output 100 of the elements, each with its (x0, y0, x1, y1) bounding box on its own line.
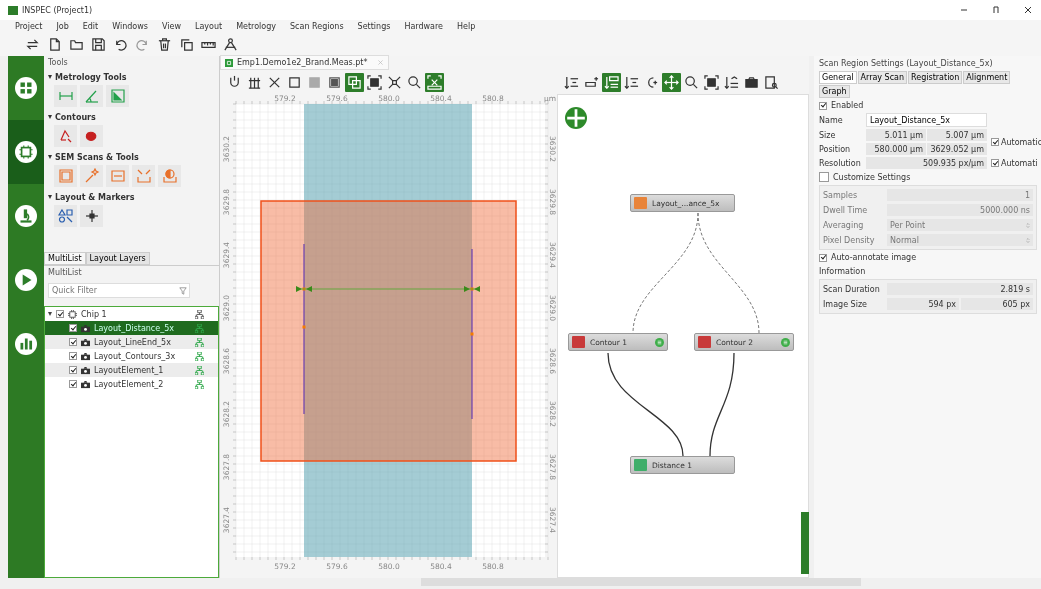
name-field[interactable]: Layout_Distance_5x (866, 113, 987, 127)
field-label: Scan Duration (823, 284, 881, 294)
tree-label: LayoutElement_2 (94, 379, 165, 389)
line-scan-icon (109, 168, 126, 184)
checkbox[interactable] (69, 338, 77, 346)
expand-arrow-icon[interactable] (48, 312, 52, 316)
fit-view-icon (704, 74, 719, 90)
tool-button[interactable] (54, 125, 77, 147)
field-label: Resolution (819, 158, 862, 168)
checkbox[interactable] (991, 138, 999, 146)
menu-item[interactable]: Layout (194, 22, 223, 31)
menu-item[interactable]: Scan Regions (290, 22, 344, 31)
move-arrows-icon (664, 74, 679, 90)
menu-item[interactable]: View (161, 22, 181, 31)
tree-label: Layout_Distance_5x (94, 323, 175, 333)
number-field[interactable]: 5000.000 ns (887, 204, 1033, 216)
contour-icon (57, 128, 74, 144)
field-label: Size (819, 130, 837, 140)
checkbox-label: Automati (1001, 158, 1038, 168)
checkbox[interactable] (991, 159, 999, 167)
size-field[interactable]: 5.007 µm (927, 129, 987, 141)
dropdown[interactable]: Per Point (887, 219, 1033, 231)
toolbar-button[interactable] (702, 72, 721, 92)
checkbox-label: Enabled (831, 101, 864, 110)
toolbar-button[interactable] (602, 72, 621, 92)
tree-row[interactable]: LayoutElement_1 (45, 363, 218, 377)
magnifier-icon (684, 74, 699, 90)
toolbar-button[interactable] (662, 72, 681, 92)
tree-row[interactable]: Layout_Distance_5x (45, 321, 218, 335)
menu-item[interactable]: Help (457, 22, 476, 31)
section-header[interactable]: Metrology Tools (48, 71, 219, 83)
number-field[interactable]: 1 (887, 189, 1033, 201)
tree-row[interactable]: LayoutElement_2 (45, 377, 218, 391)
menu-item[interactable]: Project (15, 22, 43, 31)
tool-button[interactable] (54, 205, 77, 227)
add-row-icon (584, 74, 599, 90)
checkbox[interactable] (819, 172, 829, 182)
document-tab[interactable]: Emp1.Demo1e2_Brand.Meas.pt* (220, 55, 390, 70)
settings-tab[interactable]: General (819, 71, 857, 84)
checkbox[interactable] (819, 253, 827, 262)
tree-row[interactable]: Layout_LineEnd_5x (45, 335, 218, 349)
settings-tab[interactable]: Graph (819, 85, 850, 98)
menu-item[interactable]: Job (56, 22, 69, 31)
field-label: Dwell Time (823, 205, 869, 215)
panel-tab[interactable]: Layout Layers (85, 252, 150, 265)
checkbox-label: Automatic (1001, 137, 1041, 147)
inset-square-icon (327, 74, 342, 90)
menu-item[interactable]: Edit (82, 22, 99, 31)
panel-tab[interactable]: MultiList (44, 252, 86, 265)
copy-icon (178, 37, 194, 52)
section-header[interactable]: SEM Scans & Tools (48, 151, 219, 163)
tool-button[interactable] (80, 205, 103, 227)
checkbox[interactable] (69, 352, 77, 360)
position-field[interactable]: 3629.052 µm (927, 143, 987, 155)
network-icon[interactable] (195, 351, 204, 361)
section-header[interactable]: Contours (48, 111, 219, 123)
filter-field[interactable]: Quick Filter (48, 283, 190, 298)
empty-square-icon (287, 74, 302, 90)
readout-field: 594 px (887, 298, 959, 310)
menu-item[interactable]: Hardware (404, 22, 443, 31)
checkbox[interactable] (69, 380, 77, 388)
camera-icon (81, 337, 90, 347)
checkbox-label: Customize Settings (833, 172, 911, 182)
crosshair-icon[interactable] (565, 107, 587, 129)
tree-label: Layout_Contours_3x (94, 351, 177, 361)
navigation-item[interactable] (8, 120, 44, 184)
settings-tab[interactable]: Array Scan (857, 71, 908, 84)
auto-sort-icon (604, 74, 619, 90)
toolbar-button[interactable] (365, 72, 384, 92)
section-header[interactable]: Layout & Markers (48, 191, 219, 203)
tree-row[interactable]: Layout_Contours_3x (45, 349, 218, 363)
document-icon (225, 58, 233, 67)
resolution-field[interactable]: 509.935 px/µm (866, 157, 987, 169)
settings-tab[interactable]: Alignment (963, 71, 1011, 84)
restore-icon[interactable] (991, 5, 1001, 15)
dropdown[interactable]: Normal (887, 234, 1033, 246)
field-label: Image Size (823, 299, 869, 309)
checkbox[interactable] (69, 324, 77, 332)
settings-tab[interactable]: Registration (908, 71, 963, 84)
checkbox[interactable] (819, 101, 827, 110)
toolbar-button[interactable] (345, 72, 364, 92)
sort-down-icon (624, 74, 639, 90)
position-field[interactable]: 580.000 µm (866, 143, 926, 155)
shapes-icon (57, 208, 74, 224)
menu-item[interactable]: Metrology (236, 22, 277, 31)
close-icon[interactable] (1023, 5, 1033, 15)
network-icon[interactable] (195, 309, 204, 319)
panel-title: MultiList (48, 268, 82, 277)
tree-row[interactable]: Chip 1 (45, 307, 218, 321)
checkbox[interactable] (69, 366, 77, 374)
checkbox[interactable] (56, 310, 64, 318)
network-icon[interactable] (195, 379, 204, 389)
scrollbar[interactable] (421, 578, 861, 586)
filter-input[interactable]: Quick Filter (49, 285, 179, 296)
menu-item[interactable]: Windows (112, 22, 148, 31)
tool-button[interactable] (80, 125, 103, 147)
camera-icon (81, 379, 90, 389)
menu-item[interactable]: Settings (357, 22, 391, 31)
layers-icon (347, 74, 362, 90)
size-field[interactable]: 5.011 µm (866, 129, 926, 141)
